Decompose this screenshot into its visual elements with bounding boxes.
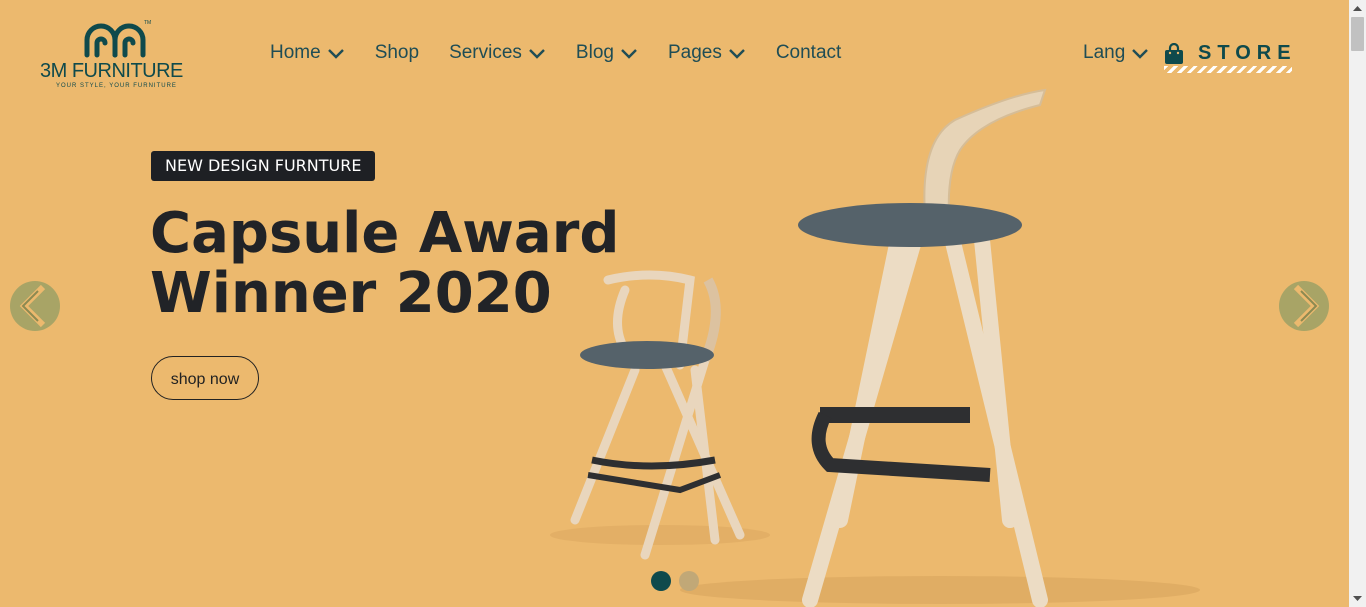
shop-now-button[interactable]: shop now bbox=[151, 356, 259, 400]
nav-label: Pages bbox=[667, 42, 722, 63]
lang-label: Lang bbox=[1083, 42, 1126, 63]
headline-line-2: Winner 2020 bbox=[150, 261, 552, 326]
nav-label: Blog bbox=[575, 42, 614, 63]
hero-headline: Capsule Award Winner 2020 bbox=[150, 204, 620, 324]
nav-label: Home bbox=[270, 42, 321, 63]
nav-item-contact[interactable]: Contact bbox=[776, 42, 841, 64]
chevron-down-icon bbox=[327, 49, 344, 59]
scrollbar-thumb[interactable] bbox=[1351, 17, 1364, 51]
nav-item-pages[interactable]: Pages bbox=[668, 42, 746, 64]
slide-dot-1[interactable] bbox=[651, 571, 671, 591]
store-underline bbox=[1164, 66, 1292, 73]
chevron-right-icon bbox=[1293, 284, 1320, 328]
nav-item-shop[interactable]: Shop bbox=[375, 42, 419, 64]
nav-item-services[interactable]: Services bbox=[449, 42, 546, 64]
svg-text:TM: TM bbox=[144, 20, 151, 26]
hero-slider: TM 3M FURNITURE YOUR STYLE, YOUR FURNITU… bbox=[0, 0, 1349, 607]
scroll-down-icon[interactable] bbox=[1349, 590, 1366, 607]
logo-tagline: YOUR STYLE, YOUR FURNITURE bbox=[56, 83, 177, 89]
headline-line-1: Capsule Award bbox=[150, 201, 620, 266]
chevron-down-icon bbox=[1132, 49, 1149, 59]
next-slide-button[interactable] bbox=[1279, 281, 1329, 331]
main-nav: Home Shop Services Blog Pages Contact bbox=[270, 42, 871, 64]
nav-item-home[interactable]: Home bbox=[270, 42, 345, 64]
nav-label: Contact bbox=[775, 42, 842, 63]
site-logo[interactable]: TM 3M FURNITURE YOUR STYLE, YOUR FURNITU… bbox=[38, 18, 198, 92]
nav-label: Shop bbox=[374, 42, 420, 63]
page-scrollbar[interactable] bbox=[1349, 0, 1366, 607]
hero-chairs-image bbox=[550, 88, 1200, 607]
language-selector[interactable]: Lang bbox=[1083, 42, 1149, 64]
chevron-down-icon bbox=[728, 49, 745, 59]
slide-dot-2[interactable] bbox=[679, 571, 699, 591]
scroll-up-icon[interactable] bbox=[1349, 0, 1366, 17]
shopping-bag-icon bbox=[1165, 43, 1183, 64]
chevron-down-icon bbox=[621, 49, 637, 59]
logo-mark-icon: TM bbox=[84, 20, 151, 58]
chevron-left-icon bbox=[19, 284, 46, 328]
nav-item-blog[interactable]: Blog bbox=[576, 42, 638, 64]
slider-pagination bbox=[651, 571, 707, 591]
chevron-down-icon bbox=[529, 49, 545, 59]
logo-text: 3M FURNITURE bbox=[40, 60, 183, 82]
nav-label: Services bbox=[449, 42, 522, 63]
prev-slide-button[interactable] bbox=[10, 281, 60, 331]
store-label: STORE bbox=[1198, 42, 1297, 64]
store-button[interactable]: STORE bbox=[1164, 42, 1292, 74]
hero-badge: NEW DESIGN FURNTURE bbox=[151, 151, 376, 181]
